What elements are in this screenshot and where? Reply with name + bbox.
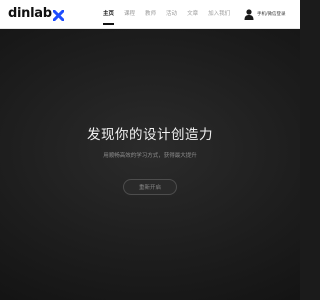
logo[interactable]: dinlab bbox=[8, 6, 64, 22]
hero-cta-button[interactable]: 重新开启 bbox=[123, 179, 177, 195]
nav-item-articles[interactable]: 文章 bbox=[187, 0, 198, 28]
login-button[interactable]: 手机/微信登录 bbox=[244, 8, 286, 20]
hero-subtitle: 用顺畅高效的学习方式，获得最大提升 bbox=[103, 153, 197, 159]
logo-x-icon bbox=[52, 9, 64, 21]
top-nav-bar: dinlab 主页 课程 教师 活动 文章 加入我们 手机/微信登录 bbox=[0, 0, 300, 29]
page: dinlab 主页 课程 教师 活动 文章 加入我们 手机/微信登录 发现你的设… bbox=[0, 0, 300, 300]
login-label: 手机/微信登录 bbox=[257, 12, 286, 17]
nav-item-courses[interactable]: 课程 bbox=[124, 0, 135, 28]
main-nav: 主页 课程 教师 活动 文章 加入我们 bbox=[103, 0, 240, 28]
hero-title: 发现你的设计创造力 bbox=[87, 127, 213, 143]
nav-item-join-us[interactable]: 加入我们 bbox=[208, 0, 230, 28]
nav-item-teachers[interactable]: 教师 bbox=[145, 0, 156, 28]
nav-item-home[interactable]: 主页 bbox=[103, 0, 115, 28]
nav-item-events[interactable]: 活动 bbox=[166, 0, 177, 28]
user-icon bbox=[244, 8, 254, 20]
logo-text: dinlab bbox=[8, 6, 52, 21]
